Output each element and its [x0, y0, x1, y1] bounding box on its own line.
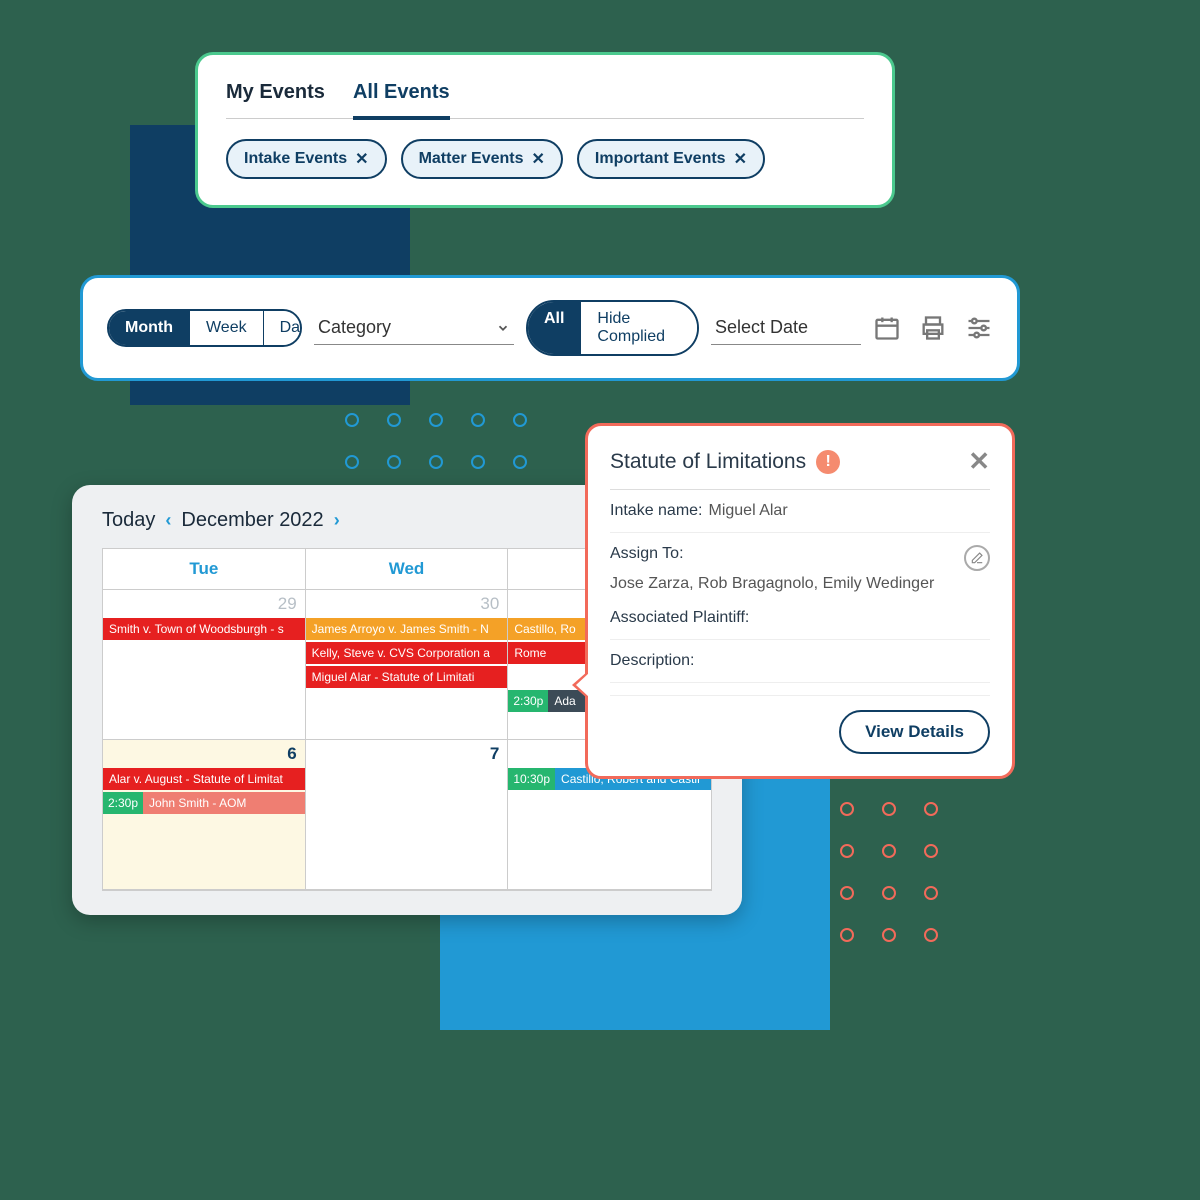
calendar-event[interactable]: Smith v. Town of Woodsburgh - s: [103, 618, 305, 640]
prev-month-button[interactable]: ‹: [165, 510, 171, 531]
calendar-event[interactable]: James Arroyo v. James Smith - N: [306, 618, 508, 640]
calendar-event[interactable]: Alar v. August - Statute of Limitat: [103, 768, 305, 790]
calendar-cell[interactable]: 6 Alar v. August - Statute of Limitat 2:…: [103, 740, 306, 890]
compliance-segment: All Hide Complied: [526, 300, 699, 356]
toolbar-icons: [873, 314, 993, 342]
calendar-cell[interactable]: 29 Smith v. Town of Woodsburgh - s: [103, 590, 306, 740]
associated-plaintiff-label: Associated Plaintiff:: [610, 609, 749, 627]
day-number: 29: [278, 594, 297, 614]
decoration-red-dots: [840, 760, 938, 942]
chip-label: Intake Events: [244, 150, 347, 168]
event-detail-popup: Statute of Limitations ! ✕ Intake name: …: [585, 423, 1015, 779]
day-header: Wed: [306, 549, 509, 590]
assign-to-label: Assign To:: [610, 545, 684, 563]
category-dropdown[interactable]: Category: [314, 311, 514, 345]
chip-matter-events[interactable]: Matter Events ✕: [401, 139, 563, 179]
intake-name-label: Intake name:: [610, 502, 703, 520]
event-time: 2:30p: [103, 792, 143, 814]
events-filter-card: My Events All Events Intake Events ✕ Mat…: [195, 52, 895, 208]
calendar-event[interactable]: Miguel Alar - Statute of Limitati: [306, 666, 508, 688]
chip-intake-events[interactable]: Intake Events ✕: [226, 139, 387, 179]
events-tabs: My Events All Events: [226, 75, 864, 119]
day-number: 30: [480, 594, 499, 614]
select-date-field[interactable]: Select Date: [711, 311, 861, 345]
close-icon[interactable]: ✕: [355, 149, 368, 169]
description-label: Description:: [610, 652, 694, 670]
dropdown-label: Category: [318, 317, 391, 338]
tab-my-events[interactable]: My Events: [226, 75, 325, 118]
event-time: 10:30p: [508, 768, 555, 790]
next-month-button[interactable]: ›: [334, 510, 340, 531]
compliance-hide-button[interactable]: Hide Complied: [581, 302, 697, 354]
tab-all-events[interactable]: All Events: [353, 75, 450, 120]
view-day-button[interactable]: Day: [264, 311, 302, 345]
close-icon[interactable]: ✕: [734, 149, 747, 169]
event-title: John Smith - AOM: [143, 792, 305, 814]
view-month-button[interactable]: Month: [109, 311, 190, 345]
view-week-button[interactable]: Week: [190, 311, 264, 345]
popup-title: Statute of Limitations: [610, 450, 806, 474]
calendar-cell[interactable]: 7: [306, 740, 509, 890]
intake-name-value: Miguel Alar: [709, 502, 788, 520]
close-icon[interactable]: ✕: [531, 149, 544, 169]
calendar-toolbar-card: Month Week Day Category All Hide Complie…: [80, 275, 1020, 381]
view-details-button[interactable]: View Details: [839, 710, 990, 754]
month-label: December 2022: [181, 509, 323, 532]
close-icon[interactable]: ✕: [968, 446, 990, 477]
alert-icon: !: [816, 450, 840, 474]
calendar-event[interactable]: 2:30p John Smith - AOM: [103, 792, 305, 814]
view-mode-segment: Month Week Day: [107, 309, 302, 347]
chip-important-events[interactable]: Important Events ✕: [577, 139, 765, 179]
calendar-cell[interactable]: 30 James Arroyo v. James Smith - N Kelly…: [306, 590, 509, 740]
decoration-blue-dots: [345, 413, 527, 469]
chevron-down-icon: [496, 321, 510, 335]
event-time: 2:30p: [508, 690, 548, 712]
day-number: 7: [490, 744, 499, 764]
chip-label: Important Events: [595, 150, 726, 168]
filter-settings-icon[interactable]: [965, 314, 993, 342]
print-icon[interactable]: [919, 314, 947, 342]
today-button[interactable]: Today: [102, 509, 155, 532]
calendar-event[interactable]: Kelly, Steve v. CVS Corporation a: [306, 642, 508, 664]
assign-to-value: Jose Zarza, Rob Bragagnolo, Emily Weding…: [610, 575, 934, 592]
day-number: 6: [287, 744, 296, 764]
edit-icon[interactable]: [964, 545, 990, 571]
chip-label: Matter Events: [419, 150, 524, 168]
compliance-all-button[interactable]: All: [528, 302, 581, 354]
day-header: Tue: [103, 549, 306, 590]
calendar-icon[interactable]: [873, 314, 901, 342]
filter-chips: Intake Events ✕ Matter Events ✕ Importan…: [226, 139, 864, 179]
